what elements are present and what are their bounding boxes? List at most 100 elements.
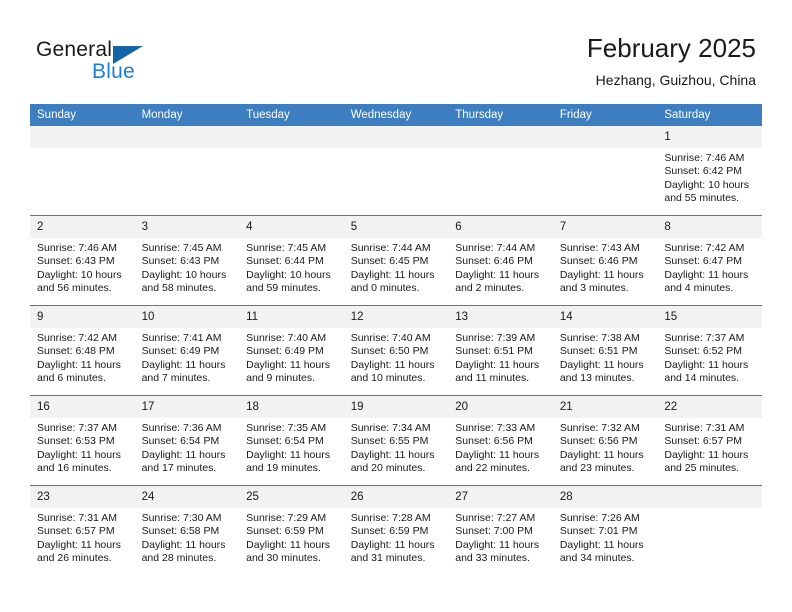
sunset-text: Sunset: 6:53 PM bbox=[37, 435, 115, 448]
day-cell[interactable]: 18 Sunrise: 7:35 AM Sunset: 6:54 PM Dayl… bbox=[239, 395, 344, 486]
day-details: Sunrise: 7:32 AM Sunset: 6:56 PM Dayligh… bbox=[553, 418, 658, 476]
sunrise-text: Sunrise: 7:45 AM bbox=[141, 242, 222, 254]
day-number: 5 bbox=[343, 216, 449, 238]
day-details bbox=[30, 148, 135, 152]
daylight-text: Daylight: 11 hours and 9 minutes. bbox=[246, 358, 330, 385]
day-cell[interactable]: 27 Sunrise: 7:27 AM Sunset: 7:00 PM Dayl… bbox=[448, 485, 553, 575]
day-cell[interactable]: 26 Sunrise: 7:28 AM Sunset: 6:59 PM Dayl… bbox=[343, 485, 449, 575]
day-cell[interactable]: 14 Sunrise: 7:38 AM Sunset: 6:51 PM Dayl… bbox=[552, 305, 658, 396]
sunrise-text: Sunrise: 7:37 AM bbox=[37, 422, 117, 434]
day-number: 7 bbox=[552, 216, 658, 238]
weekday-header-saturday: Saturday bbox=[657, 104, 762, 126]
day-cell[interactable]: 10 Sunrise: 7:41 AM Sunset: 6:49 PM Dayl… bbox=[134, 305, 240, 396]
day-cell[interactable]: 12 Sunrise: 7:40 AM Sunset: 6:50 PM Dayl… bbox=[343, 305, 449, 396]
day-cell[interactable]: 6 Sunrise: 7:44 AM Sunset: 6:46 PM Dayli… bbox=[448, 215, 553, 306]
day-cell[interactable]: 22 Sunrise: 7:31 AM Sunset: 6:57 PM Dayl… bbox=[657, 395, 762, 486]
day-cell[interactable] bbox=[30, 126, 135, 216]
day-cell[interactable] bbox=[448, 126, 553, 216]
day-cell[interactable]: 24 Sunrise: 7:30 AM Sunset: 6:58 PM Dayl… bbox=[134, 485, 240, 575]
daylight-text: Daylight: 11 hours and 22 minutes. bbox=[455, 448, 540, 475]
day-cell[interactable] bbox=[657, 485, 762, 575]
day-details bbox=[344, 148, 449, 152]
day-cell[interactable]: 21 Sunrise: 7:32 AM Sunset: 6:56 PM Dayl… bbox=[552, 395, 658, 486]
day-cell[interactable]: 7 Sunrise: 7:43 AM Sunset: 6:46 PM Dayli… bbox=[552, 215, 658, 306]
logo-text-blue: Blue bbox=[92, 60, 135, 83]
weekday-header-monday: Monday bbox=[134, 104, 240, 126]
day-cell[interactable] bbox=[134, 126, 240, 216]
day-number: 21 bbox=[552, 396, 658, 418]
day-cell[interactable]: 8 Sunrise: 7:42 AM Sunset: 6:47 PM Dayli… bbox=[657, 215, 762, 306]
day-cell[interactable]: 3 Sunrise: 7:45 AM Sunset: 6:43 PM Dayli… bbox=[134, 215, 240, 306]
sunrise-text: Sunrise: 7:30 AM bbox=[141, 512, 222, 524]
day-cell[interactable]: 11 Sunrise: 7:40 AM Sunset: 6:49 PM Dayl… bbox=[239, 305, 344, 396]
day-cell[interactable] bbox=[239, 126, 344, 216]
day-number: 4 bbox=[239, 216, 344, 238]
daylight-text: Daylight: 11 hours and 23 minutes. bbox=[559, 448, 644, 475]
day-number bbox=[552, 126, 658, 148]
day-number bbox=[657, 486, 762, 508]
sunrise-text: Sunrise: 7:28 AM bbox=[350, 512, 431, 524]
day-number: 15 bbox=[657, 306, 762, 328]
day-cell[interactable]: 4 Sunrise: 7:45 AM Sunset: 6:44 PM Dayli… bbox=[239, 215, 344, 306]
day-cell[interactable]: 17 Sunrise: 7:36 AM Sunset: 6:54 PM Dayl… bbox=[134, 395, 240, 486]
day-details: Sunrise: 7:46 AM Sunset: 6:43 PM Dayligh… bbox=[30, 238, 135, 296]
sunrise-text: Sunrise: 7:35 AM bbox=[246, 422, 327, 434]
sunrise-text: Sunrise: 7:40 AM bbox=[350, 332, 431, 344]
day-cell[interactable] bbox=[552, 126, 658, 216]
day-number: 20 bbox=[448, 396, 553, 418]
day-details: Sunrise: 7:28 AM Sunset: 6:59 PM Dayligh… bbox=[344, 508, 449, 566]
day-cell[interactable]: 23 Sunrise: 7:31 AM Sunset: 6:57 PM Dayl… bbox=[30, 485, 135, 575]
day-details: Sunrise: 7:46 AM Sunset: 6:42 PM Dayligh… bbox=[657, 148, 762, 206]
day-cell[interactable]: 9 Sunrise: 7:42 AM Sunset: 6:48 PM Dayli… bbox=[30, 305, 135, 396]
weekday-header-tuesday: Tuesday bbox=[239, 104, 344, 126]
day-number: 24 bbox=[134, 486, 240, 508]
weekday-header-wednesday: Wednesday bbox=[343, 104, 449, 126]
daylight-text: Daylight: 11 hours and 26 minutes. bbox=[37, 538, 121, 565]
day-cell[interactable]: 13 Sunrise: 7:39 AM Sunset: 6:51 PM Dayl… bbox=[448, 305, 553, 396]
day-number bbox=[30, 126, 135, 148]
day-cell[interactable]: 25 Sunrise: 7:29 AM Sunset: 6:59 PM Dayl… bbox=[239, 485, 344, 575]
sunrise-text: Sunrise: 7:31 AM bbox=[664, 422, 745, 434]
day-details: Sunrise: 7:36 AM Sunset: 6:54 PM Dayligh… bbox=[135, 418, 240, 476]
calendar-week-row: 1 Sunrise: 7:46 AM Sunset: 6:42 PM Dayli… bbox=[30, 126, 762, 216]
location-subtitle: Hezhang, Guizhou, China bbox=[595, 72, 756, 88]
day-number: 22 bbox=[657, 396, 762, 418]
day-number: 25 bbox=[239, 486, 344, 508]
daylight-text: Daylight: 11 hours and 0 minutes. bbox=[350, 268, 435, 295]
sunrise-text: Sunrise: 7:26 AM bbox=[559, 512, 640, 524]
day-cell[interactable]: 16 Sunrise: 7:37 AM Sunset: 6:53 PM Dayl… bbox=[30, 395, 135, 486]
weekday-header-sunday: Sunday bbox=[30, 104, 135, 126]
daylight-text: Daylight: 11 hours and 31 minutes. bbox=[350, 538, 435, 565]
daylight-text: Daylight: 11 hours and 7 minutes. bbox=[141, 358, 226, 385]
day-cell[interactable] bbox=[343, 126, 449, 216]
day-cell[interactable]: 15 Sunrise: 7:37 AM Sunset: 6:52 PM Dayl… bbox=[657, 305, 762, 396]
weekday-header-row: Sunday Monday Tuesday Wednesday Thursday… bbox=[30, 104, 762, 126]
daylight-text: Daylight: 10 hours and 59 minutes. bbox=[246, 268, 331, 295]
sunset-text: Sunset: 6:48 PM bbox=[37, 345, 115, 358]
day-details: Sunrise: 7:45 AM Sunset: 6:44 PM Dayligh… bbox=[239, 238, 344, 296]
day-details: Sunrise: 7:40 AM Sunset: 6:50 PM Dayligh… bbox=[344, 328, 449, 386]
day-cell[interactable]: 2 Sunrise: 7:46 AM Sunset: 6:43 PM Dayli… bbox=[30, 215, 135, 306]
day-cell[interactable]: 1 Sunrise: 7:46 AM Sunset: 6:42 PM Dayli… bbox=[657, 126, 762, 216]
sunset-text: Sunset: 6:55 PM bbox=[350, 435, 429, 448]
sunset-text: Sunset: 6:51 PM bbox=[559, 345, 638, 358]
day-cell[interactable]: 19 Sunrise: 7:34 AM Sunset: 6:55 PM Dayl… bbox=[343, 395, 449, 486]
sunset-text: Sunset: 6:46 PM bbox=[455, 255, 533, 268]
day-details: Sunrise: 7:40 AM Sunset: 6:49 PM Dayligh… bbox=[239, 328, 344, 386]
day-cell[interactable]: 20 Sunrise: 7:33 AM Sunset: 6:56 PM Dayl… bbox=[448, 395, 553, 486]
day-cell[interactable]: 5 Sunrise: 7:44 AM Sunset: 6:45 PM Dayli… bbox=[343, 215, 449, 306]
day-details: Sunrise: 7:38 AM Sunset: 6:51 PM Dayligh… bbox=[553, 328, 658, 386]
sunrise-text: Sunrise: 7:34 AM bbox=[350, 422, 431, 434]
sunset-text: Sunset: 6:54 PM bbox=[141, 435, 220, 448]
day-number: 16 bbox=[30, 396, 135, 418]
sunrise-text: Sunrise: 7:46 AM bbox=[664, 152, 745, 164]
day-cell[interactable]: 28 Sunrise: 7:26 AM Sunset: 7:01 PM Dayl… bbox=[552, 485, 658, 575]
day-number: 26 bbox=[343, 486, 449, 508]
general-blue-logo[interactable]: General Blue bbox=[36, 38, 216, 88]
calendar-page: General Blue February 2025 Hezhang, Guiz… bbox=[0, 0, 792, 612]
daylight-text: Daylight: 11 hours and 13 minutes. bbox=[559, 358, 644, 385]
day-details: Sunrise: 7:41 AM Sunset: 6:49 PM Dayligh… bbox=[135, 328, 240, 386]
page-title: February 2025 bbox=[586, 33, 756, 63]
day-details: Sunrise: 7:31 AM Sunset: 6:57 PM Dayligh… bbox=[657, 418, 762, 476]
daylight-text: Daylight: 11 hours and 11 minutes. bbox=[455, 358, 540, 385]
